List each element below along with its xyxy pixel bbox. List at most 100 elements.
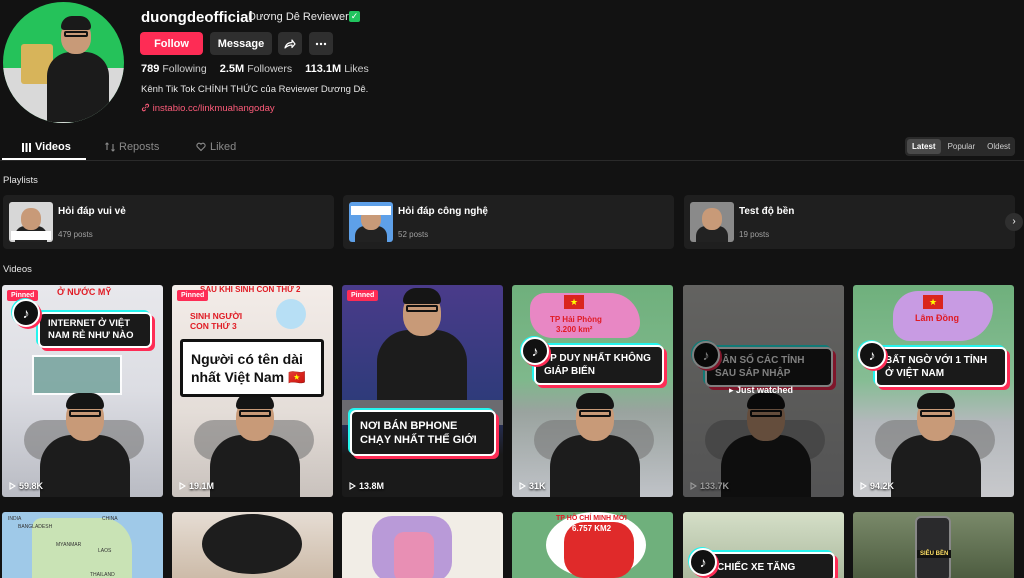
- video-card[interactable]: Ở NƯỚC MỸ Pinned INTERNET Ở VIỆT NAM RẺ …: [2, 285, 163, 497]
- play-icon: [519, 482, 526, 490]
- playlist-name: Hỏi đáp vui vẻ: [58, 206, 126, 217]
- video-title-banner: CHIẾC XE TĂNG: [707, 552, 835, 578]
- playlist-thumbnail: [9, 202, 53, 242]
- video-card[interactable]: INDIA CHINA BANGLADESH MYANMAR LAOS THAI…: [2, 512, 163, 578]
- following-stat[interactable]: 789 Following: [141, 63, 207, 75]
- bio-link[interactable]: instabio.cc/linkmuahangoday: [141, 103, 275, 114]
- more-icon: [315, 42, 327, 45]
- verified-icon: ✓: [349, 11, 360, 22]
- baby-sticker: [276, 299, 306, 329]
- video-sub-text: SINH NGƯỜI CON THỨ 3: [190, 311, 243, 332]
- video-card[interactable]: TP HỒ CHÍ MINH MỚI 6.757 KM2: [512, 512, 673, 578]
- heart-icon: [196, 142, 206, 152]
- more-button[interactable]: [309, 32, 333, 55]
- video-top-text: Ở NƯỚC MỸ: [57, 287, 112, 297]
- video-card[interactable]: CHIẾC XE TĂNG ♪: [683, 512, 844, 578]
- map-label: LAOS: [98, 548, 112, 554]
- share-button[interactable]: [278, 32, 302, 55]
- video-card[interactable]: ★ Lâm Đồng BẤT NGỜ VỚI 1 TỈNH Ở VIỆT NAM…: [853, 285, 1014, 497]
- playlist-card[interactable]: Test độ bền 19 posts: [684, 195, 1015, 249]
- video-title-banner: Người có tên dài nhất Việt Nam 🇻🇳: [180, 339, 324, 397]
- playlist-next-button[interactable]: ›: [1005, 213, 1023, 231]
- chevron-right-icon: ›: [1012, 216, 1016, 227]
- playlist-count: 19 posts: [739, 230, 770, 239]
- tiktok-logo-icon: ♪: [858, 341, 886, 369]
- share-icon: [284, 38, 296, 49]
- playlist-count: 52 posts: [398, 230, 429, 239]
- play-icon: [179, 482, 186, 490]
- playlist-name: Test độ bền: [739, 206, 795, 217]
- tabs-divider: [0, 160, 1024, 161]
- robot-vacuum-image: [202, 514, 302, 574]
- follow-button[interactable]: Follow: [140, 32, 203, 55]
- play-icon: [9, 482, 16, 490]
- video-card[interactable]: SIÊU BỀN: [853, 512, 1014, 578]
- sort-latest[interactable]: Latest: [907, 139, 941, 154]
- pinned-badge: Pinned: [177, 290, 209, 301]
- video-sub-text: 6.757 KM2: [572, 524, 612, 533]
- view-count: 13.8M: [349, 481, 384, 491]
- play-icon: [349, 482, 356, 490]
- avatar[interactable]: [3, 2, 124, 123]
- phone-image: [915, 516, 951, 578]
- tab-liked[interactable]: Liked: [196, 141, 236, 153]
- vietnam-flag-icon: ★: [923, 295, 943, 309]
- username: duongdeofficial: [141, 9, 253, 26]
- profile-stats: 789 Following 2.5M Followers 113.1M Likes: [141, 63, 369, 75]
- playlist-name: Hỏi đáp công nghệ: [398, 206, 488, 217]
- play-icon: [690, 482, 697, 490]
- tab-videos[interactable]: Videos: [22, 141, 71, 153]
- banknote-image: [32, 355, 122, 395]
- video-card[interactable]: SAU KHI SINH CON THỨ 2 SINH NGƯỜI CON TH…: [172, 285, 333, 497]
- playlist-thumbnail: [690, 202, 734, 242]
- video-top-text: TP HỒ CHÍ MINH MỚI: [556, 515, 627, 522]
- view-count: 59.8K: [9, 481, 43, 491]
- tiktok-logo-icon: ♪: [689, 548, 717, 576]
- video-card[interactable]: [342, 512, 503, 578]
- video-card[interactable]: [172, 512, 333, 578]
- video-sub-text: 3.200 km²: [556, 325, 593, 334]
- video-card[interactable]: Pinned NƠI BÁN BPHONE CHẠY NHẤT THẾ GIỚI…: [342, 285, 503, 497]
- view-count: 19.1M: [179, 481, 214, 491]
- map-label: THAILAND: [90, 572, 115, 578]
- view-count: 31K: [519, 481, 546, 491]
- playlist-card[interactable]: Hỏi đáp công nghệ 52 posts: [343, 195, 674, 249]
- playlist-card[interactable]: Hỏi đáp vui vẻ 479 posts: [3, 195, 334, 249]
- likes-stat: 113.1M Likes: [305, 63, 369, 75]
- tiktok-logo-icon: ♪: [521, 337, 549, 365]
- playlist-thumbnail: [349, 202, 393, 242]
- map-label: CHINA: [102, 516, 118, 522]
- just-watched-label: ▸ Just watched: [729, 385, 794, 395]
- bio: Kênh Tik Tok CHÍNH THỨC của Reviewer Dươ…: [141, 84, 369, 95]
- video-title-banner: TP DUY NHẤT KHÔNG GIÁP BIỂN: [534, 345, 664, 385]
- video-title-banner: BẤT NGỜ VỚI 1 TỈNH Ở VIỆT NAM: [875, 347, 1007, 387]
- view-count: 133.7K: [690, 481, 729, 491]
- video-card[interactable]: DÂN SỐ CÁC TỈNH SAU SÁP NHẬP ♪ ▸ Just wa…: [683, 285, 844, 497]
- link-icon: [141, 103, 150, 112]
- tiktok-profile-page: duongdeofficial Dương Dê Reviewer ✓ Foll…: [0, 0, 1024, 578]
- sort-oldest[interactable]: Oldest: [982, 139, 1015, 154]
- map-label: MYANMAR: [56, 542, 82, 548]
- video-top-text: TP Hải Phòng: [550, 315, 602, 324]
- sort-popular[interactable]: Popular: [943, 139, 981, 154]
- pinned-badge: Pinned: [347, 290, 379, 301]
- grid-icon: [22, 142, 31, 152]
- video-title-banner: INTERNET Ở VIỆT NAM RẺ NHƯ NÀO: [38, 312, 152, 348]
- message-button[interactable]: Message: [210, 32, 272, 55]
- view-count: 94.2K: [860, 481, 894, 491]
- tiktok-logo-icon: ♪: [12, 299, 40, 327]
- video-top-text: SAU KHI SINH CON THỨ 2: [200, 285, 301, 294]
- tab-reposts[interactable]: Reposts: [105, 141, 159, 153]
- playlists-heading: Playlists: [3, 175, 38, 186]
- map-label: BANGLADESH: [18, 524, 53, 530]
- videos-heading: Videos: [3, 264, 32, 275]
- video-badge: SIÊU BỀN: [917, 550, 952, 558]
- video-card[interactable]: ★ TP Hải Phòng 3.200 km² TP DUY NHẤT KHÔ…: [512, 285, 673, 497]
- playlist-count: 479 posts: [58, 230, 93, 239]
- profile-tabs: Videos Reposts Liked: [0, 136, 1024, 160]
- vietnam-flag-icon: ★: [564, 295, 584, 309]
- nickname: Dương Dê Reviewer: [248, 11, 349, 23]
- followers-stat[interactable]: 2.5M Followers: [220, 63, 292, 75]
- map-label: INDIA: [8, 516, 22, 522]
- video-top-text: Lâm Đồng: [915, 313, 959, 323]
